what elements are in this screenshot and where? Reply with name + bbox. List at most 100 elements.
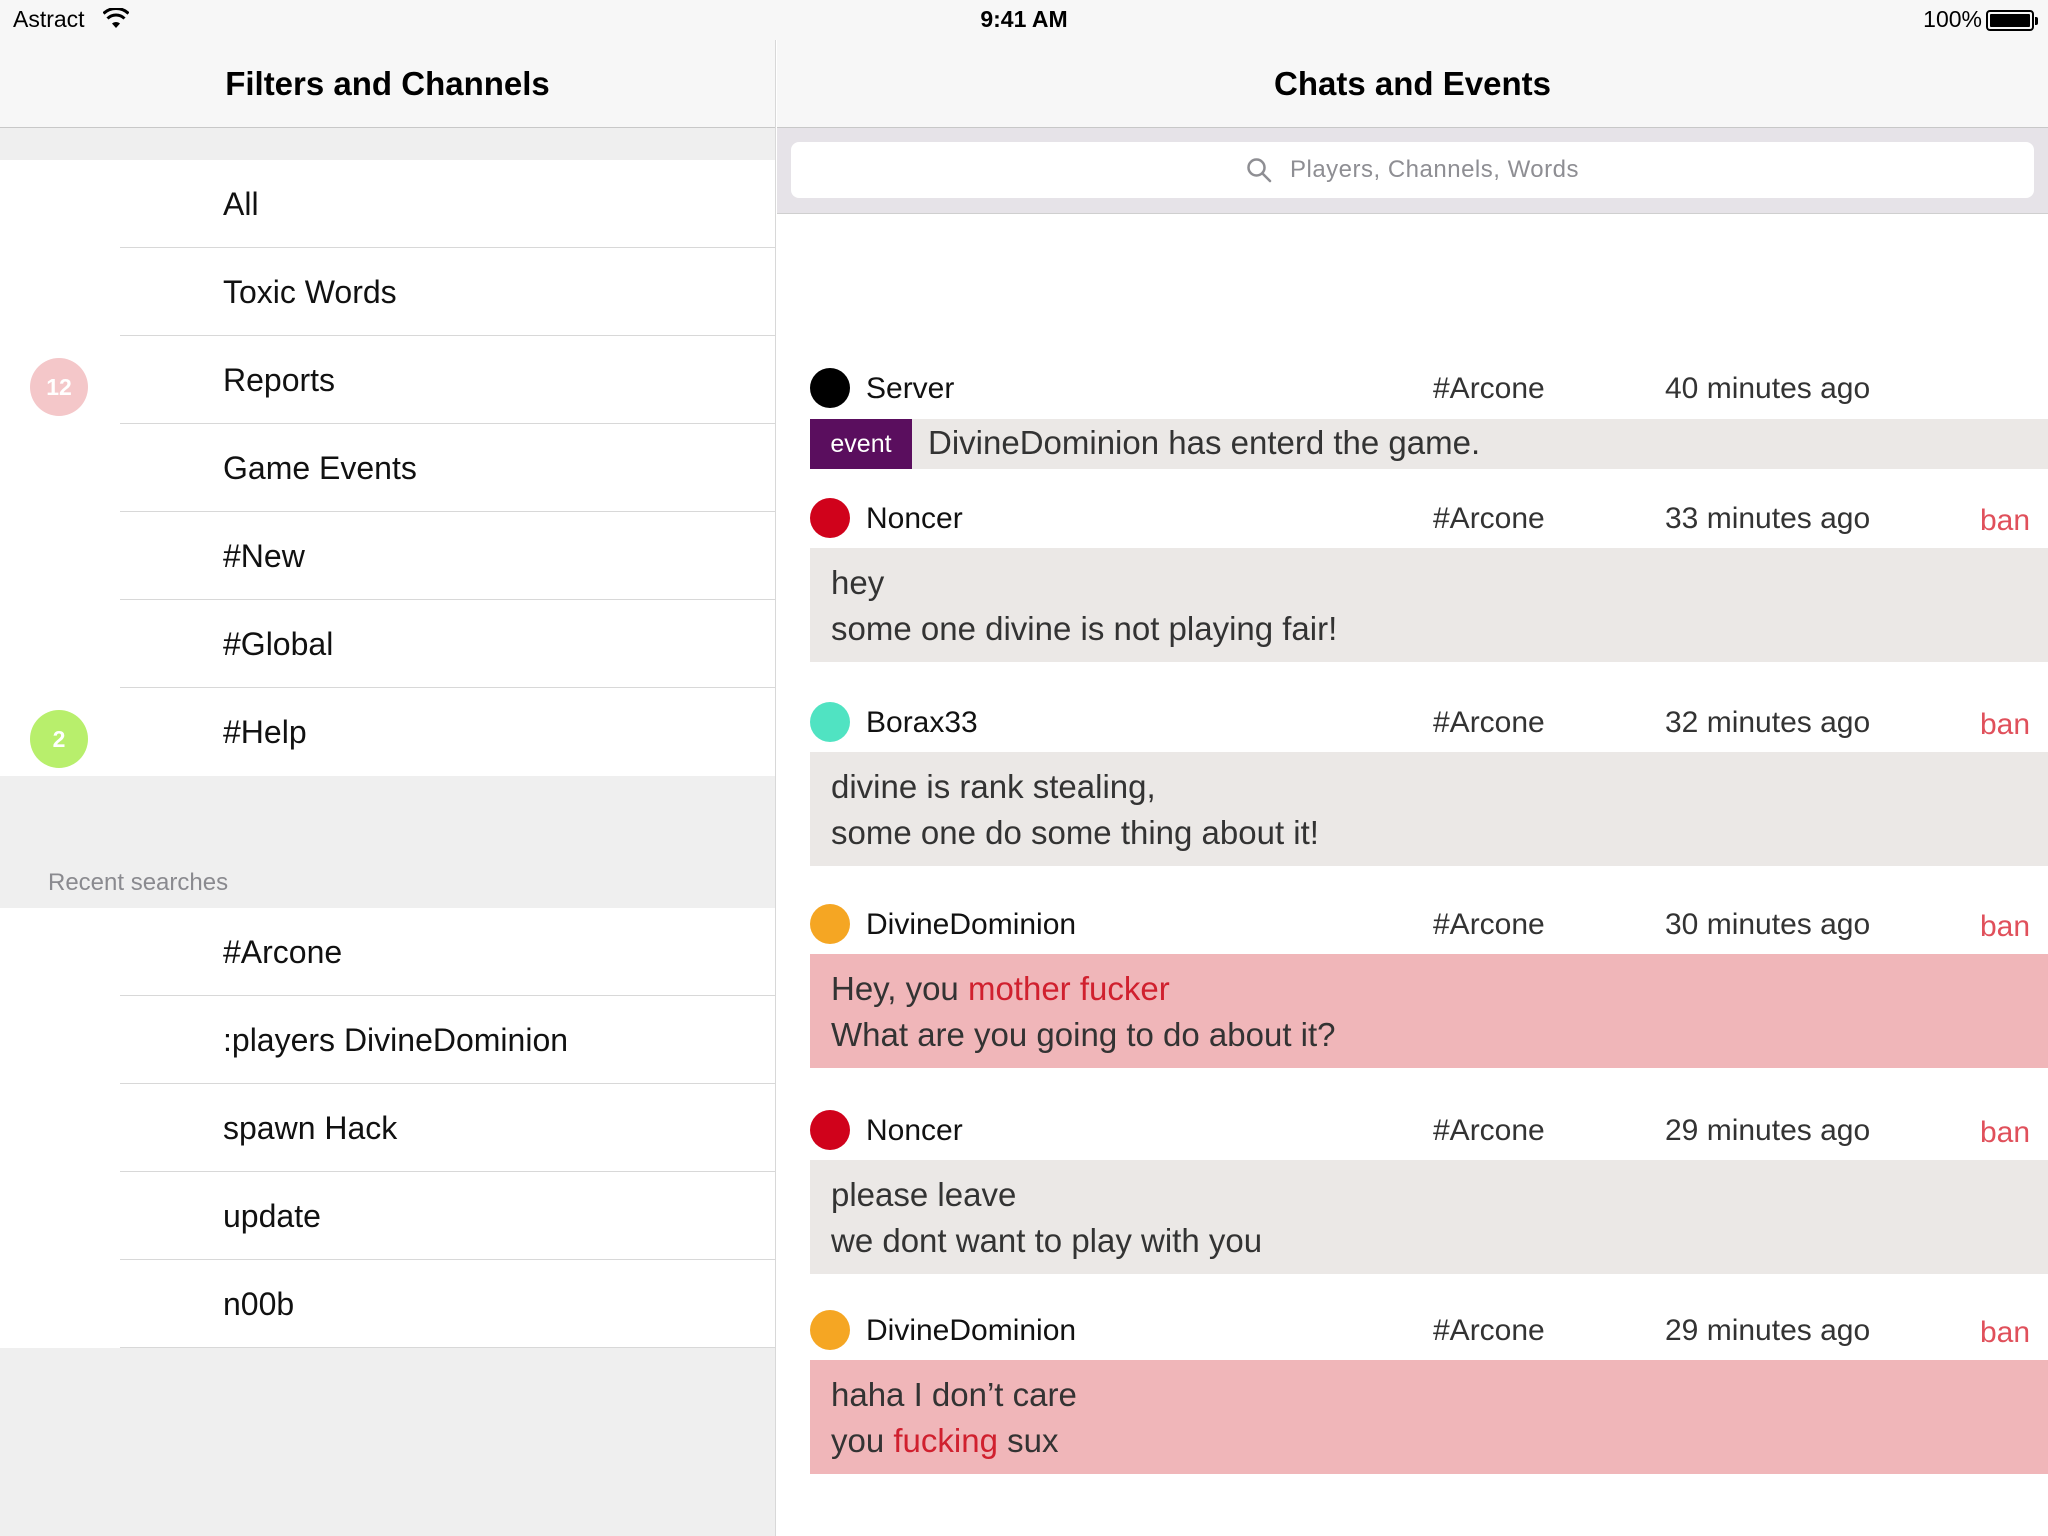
message-line: Hey, you mother fucker [831,966,2048,1012]
recent-search-item[interactable]: #Arcone [0,908,775,996]
message-channel[interactable]: #Arcone [1433,1314,1545,1348]
user-status-dot [810,368,850,408]
search-icon [1247,158,1272,183]
recent-search-item[interactable]: :players DivineDominion [0,996,775,1084]
status-bar: Astract 9:41 AM 100% [0,0,2048,40]
message-time: 29 minutes ago [1665,1314,1871,1347]
search-placeholder: Players, Channels, Words [1289,156,1579,183]
chat-message: please leave we dont want to play with y… [810,1160,2048,1274]
recent-search-label: n00b [223,1286,295,1322]
message-header: DivineDominion #Arcone 30 minutes ago ba… [777,904,2048,944]
recent-searches-header: Recent searches [48,869,229,896]
channel-label: #Help [223,714,307,750]
message-line: some one do some thing about it! [831,814,1319,851]
message-line: haha I don’t care [831,1376,1077,1413]
chats-navbar: Chats and Events [777,40,2048,128]
message-line: some one divine is not playing fair! [831,610,1338,647]
message-time: 33 minutes ago [1665,502,1871,535]
toxic-word-highlight: mother fucker [967,970,1170,1007]
message-line: please leave [831,1176,1017,1213]
filters-panel: Filters and Channels All Toxic Words 12 … [0,40,776,1536]
message-channel[interactable]: #Arcone [1433,502,1545,536]
message-header: Server #Arcone 40 minutes ago [777,368,2048,408]
message-user[interactable]: DivineDominion [866,908,1076,942]
filter-label: All [223,186,259,222]
message-time: 40 minutes ago [1665,372,1871,405]
message-user[interactable]: DivineDominion [866,1314,1076,1348]
filter-item-reports[interactable]: 12 Reports [0,336,775,424]
message-header: DivineDominion #Arcone 29 minutes ago ba… [777,1310,2048,1350]
message-text: Hey, you [831,970,968,1007]
recent-search-label: :players DivineDominion [223,1022,569,1058]
ban-button[interactable]: ban [1980,504,2030,538]
message-time: 29 minutes ago [1665,1114,1871,1147]
ban-button[interactable]: ban [1980,910,2030,944]
battery-percent: 100% [1923,6,1982,32]
filters-navbar: Filters and Channels [0,40,775,128]
channel-label: #Global [223,626,334,662]
filter-label: Reports [223,362,336,398]
ban-button[interactable]: ban [1980,1116,2030,1150]
chats-panel: Chats and Events Players, Channels, Word… [777,40,2048,1536]
battery-icon [1986,10,2038,31]
message-header: Borax33 #Arcone 32 minutes ago ban [777,702,2048,742]
ban-button[interactable]: ban [1980,708,2030,742]
message-line: What are you going to do about it? [831,1016,1336,1053]
message-channel[interactable]: #Arcone [1433,372,1545,406]
message-header: Noncer #Arcone 29 minutes ago ban [777,1110,2048,1150]
user-status-dot [810,702,850,742]
event-message: event DivineDominion has enterd the game… [810,419,2048,469]
message-user[interactable]: Borax33 [866,706,978,740]
message-channel[interactable]: #Arcone [1433,706,1545,740]
message-line: hey [831,564,885,601]
message-header: Noncer #Arcone 33 minutes ago ban [777,498,2048,538]
filter-list: All Toxic Words 12 Reports Game Events #… [0,160,775,776]
message-user[interactable]: Noncer [866,1114,963,1148]
recent-search-item[interactable]: n00b [0,1260,775,1348]
message-channel[interactable]: #Arcone [1433,908,1545,942]
filter-label: Game Events [223,450,417,486]
message-channel[interactable]: #Arcone [1433,1114,1545,1148]
message-time: 32 minutes ago [1665,706,1871,739]
filter-item-toxic-words[interactable]: Toxic Words [0,248,775,336]
channel-label: #New [223,538,305,574]
toxic-chat-message: haha I don’t care you fucking sux [810,1360,2048,1474]
recent-search-label: update [223,1198,321,1234]
recent-search-label: spawn Hack [223,1110,398,1146]
chat-message: divine is rank stealing, some one do som… [810,752,2048,866]
clock: 9:41 AM [980,6,1068,32]
user-status-dot [810,1110,850,1150]
filters-title: Filters and Channels [225,64,550,102]
toxic-chat-message: Hey, you mother fucker What are you goin… [810,954,2048,1068]
user-status-dot [810,498,850,538]
ban-button[interactable]: ban [1980,1316,2030,1350]
message-line: you fucking sux [831,1418,2048,1464]
message-user[interactable]: Noncer [866,502,963,536]
recent-search-item[interactable]: update [0,1172,775,1260]
event-tag: event [810,419,912,469]
channel-item-global[interactable]: #Global [0,600,775,688]
event-text: DivineDominion has enterd the game. [928,424,1481,461]
chat-message: hey some one divine is not playing fair! [810,548,2048,662]
channel-item-new[interactable]: #New [0,512,775,600]
message-time: 30 minutes ago [1665,908,1871,941]
filter-item-game-events[interactable]: Game Events [0,424,775,512]
filter-item-all[interactable]: All [0,160,775,248]
recent-search-label: #Arcone [223,934,343,970]
reports-count-badge: 12 [30,358,88,416]
message-text: sux [997,1422,1059,1459]
user-status-dot [810,1310,850,1350]
filter-label: Toxic Words [223,274,397,310]
channel-item-help[interactable]: 2 #Help [0,688,775,776]
chats-title: Chats and Events [1274,64,1551,102]
recent-search-item[interactable]: spawn Hack [0,1084,775,1172]
search-input[interactable]: Players, Channels, Words [791,142,2034,198]
message-line: we dont want to play with you [831,1222,1263,1259]
recent-searches-list: #Arcone :players DivineDominion spawn Ha… [0,908,775,1348]
message-user[interactable]: Server [866,372,954,406]
message-text: you [831,1422,894,1459]
toxic-word-highlight: fucking [893,1422,998,1459]
message-line: divine is rank stealing, [831,768,1156,805]
search-bar-container: Players, Channels, Words [777,128,2048,214]
help-count-badge: 2 [30,710,88,768]
